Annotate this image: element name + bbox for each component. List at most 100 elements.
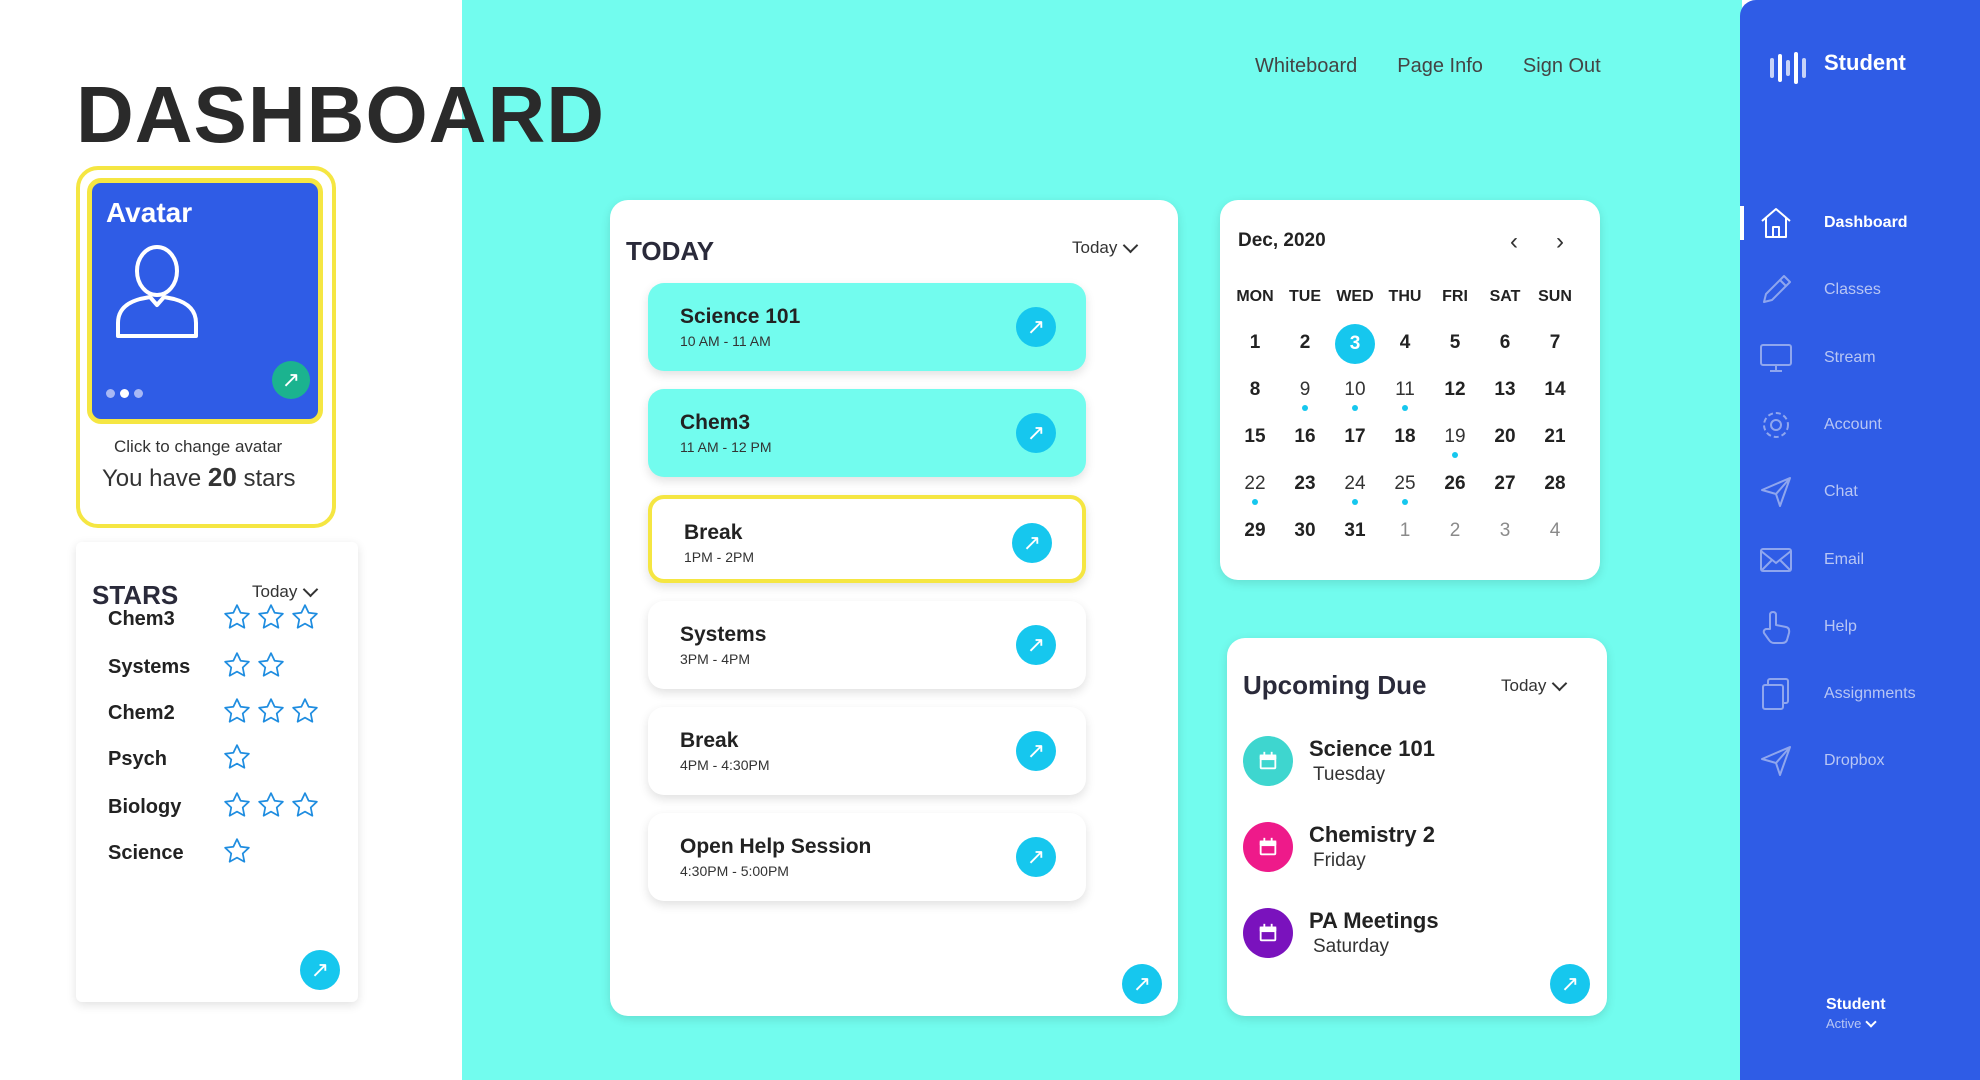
sidebar-item-email[interactable]: Email xyxy=(1740,535,1980,585)
user-status-dropdown[interactable]: Active xyxy=(1826,1015,1878,1031)
calendar-day[interactable]: 27 xyxy=(1480,463,1530,510)
calendar-day[interactable]: 4 xyxy=(1380,322,1430,369)
calendar-day[interactable]: 16 xyxy=(1280,416,1330,463)
calendar-day[interactable]: 7 xyxy=(1530,322,1580,369)
arrow-up-right-icon[interactable]: ↗ xyxy=(1012,523,1052,563)
calendar-day[interactable]: 29 xyxy=(1230,510,1280,557)
audio-bars-logo-icon xyxy=(1770,52,1806,84)
schedule-item[interactable]: Break 1PM - 2PM ↗ xyxy=(648,495,1086,583)
schedule-item-time: 3PM - 4PM xyxy=(680,651,751,667)
calendar-day[interactable]: 21 xyxy=(1530,416,1580,463)
user-name: Student xyxy=(1826,996,1886,1013)
schedule-item[interactable]: Open Help Session 4:30PM - 5:00PM ↗ xyxy=(648,813,1086,901)
upcoming-item[interactable]: PA Meetings Saturday xyxy=(1243,908,1439,958)
calendar-day[interactable]: 14 xyxy=(1530,369,1580,416)
calendar-day[interactable]: 1 xyxy=(1380,510,1430,557)
calendar-day[interactable]: 8 xyxy=(1230,369,1280,416)
hand-pointer-icon xyxy=(1762,610,1791,644)
schedule-item[interactable]: Break 4PM - 4:30PM ↗ xyxy=(648,707,1086,795)
calendar-day[interactable]: 23 xyxy=(1280,463,1330,510)
stars-row-label: Biology xyxy=(108,796,182,818)
sidebar-item-label: Email xyxy=(1824,550,1865,568)
calendar-day[interactable]: 19 xyxy=(1430,416,1480,463)
upcoming-item[interactable]: Science 101 Tuesday xyxy=(1243,736,1435,786)
calendar-day[interactable]: 28 xyxy=(1530,463,1580,510)
event-dot xyxy=(1302,405,1308,411)
calendar-icon xyxy=(1243,822,1293,872)
calendar-day[interactable]: 17 xyxy=(1330,416,1380,463)
send-icon xyxy=(1761,746,1791,777)
avatar-card[interactable]: Avatar ↗ xyxy=(87,178,323,424)
user-icon xyxy=(116,245,198,338)
calendar-day[interactable]: 22 xyxy=(1230,463,1280,510)
stars-card: STARS Today Chem3 Systems Chem2 Psych Biolog… xyxy=(76,542,358,1002)
calendar-day[interactable]: 5 xyxy=(1430,322,1480,369)
chevron-left-icon[interactable]: ‹ xyxy=(1510,228,1518,256)
calendar-day[interactable]: 25 xyxy=(1380,463,1430,510)
avatar-carousel-dots[interactable] xyxy=(106,389,143,398)
page-title: DASHBOARD xyxy=(76,70,605,159)
stars-row: Science xyxy=(108,836,252,871)
arrow-up-right-icon[interactable]: ↗ xyxy=(272,361,310,399)
calendar-day[interactable]: 13 xyxy=(1480,369,1530,416)
calendar-day[interactable]: 30 xyxy=(1280,510,1330,557)
calendar-day[interactable]: 24 xyxy=(1330,463,1380,510)
sidebar-item-dashboard[interactable]: Dashboard xyxy=(1740,198,1980,248)
calendar-day[interactable]: 10 xyxy=(1330,369,1380,416)
calendar-day[interactable]: 31 xyxy=(1330,510,1380,557)
arrow-up-right-icon[interactable]: ↗ xyxy=(1122,964,1162,1004)
star-icon xyxy=(222,650,252,685)
star-icon xyxy=(222,836,252,871)
sidebar-item-classes[interactable]: Classes xyxy=(1740,265,1980,315)
calendar-day[interactable]: 11 xyxy=(1380,369,1430,416)
sidebar-item-help[interactable]: Help xyxy=(1740,602,1980,652)
nav-page-info-link[interactable]: Page Info xyxy=(1397,55,1483,78)
sidebar-item-account[interactable]: Account xyxy=(1740,400,1980,450)
upcoming-filter-dropdown[interactable]: Today xyxy=(1501,675,1568,696)
nav-whiteboard-link[interactable]: Whiteboard xyxy=(1255,55,1357,78)
calendar-day[interactable]: 18 xyxy=(1380,416,1430,463)
schedule-item[interactable]: Systems 3PM - 4PM ↗ xyxy=(648,601,1086,689)
calendar-day[interactable]: 1 xyxy=(1230,322,1280,369)
arrow-up-right-icon[interactable]: ↗ xyxy=(1016,307,1056,347)
arrow-up-right-icon[interactable]: ↗ xyxy=(1016,731,1056,771)
chevron-right-icon[interactable]: › xyxy=(1556,228,1564,256)
sidebar-item-chat[interactable]: Chat xyxy=(1740,467,1980,517)
arrow-up-right-icon[interactable]: ↗ xyxy=(1016,837,1056,877)
upcoming-item-name: Chemistry 2 xyxy=(1309,822,1435,847)
today-filter-dropdown[interactable]: Today xyxy=(1072,237,1139,258)
calendar-day[interactable]: 26 xyxy=(1430,463,1480,510)
arrow-up-right-icon[interactable]: ↗ xyxy=(300,950,340,990)
calendar-day[interactable]: 6 xyxy=(1480,322,1530,369)
calendar-day[interactable]: 9 xyxy=(1280,369,1330,416)
weekday-header: SAT xyxy=(1489,288,1521,305)
schedule-item[interactable]: Science 101 10 AM - 11 AM ↗ xyxy=(648,283,1086,371)
arrow-up-right-icon[interactable]: ↗ xyxy=(1016,413,1056,453)
brand-name: Student xyxy=(1824,50,1906,75)
upcoming-item[interactable]: Chemistry 2 Friday xyxy=(1243,822,1435,872)
monitor-icon xyxy=(1760,343,1792,372)
calendar-day[interactable]: 2 xyxy=(1430,510,1480,557)
arrow-up-right-icon[interactable]: ↗ xyxy=(1016,625,1056,665)
arrow-up-right-icon[interactable]: ↗ xyxy=(1550,964,1590,1004)
calendar-day-selected[interactable]: 3 xyxy=(1330,322,1380,369)
sidebar-item-dropbox[interactable]: Dropbox xyxy=(1740,736,1980,786)
calendar-day[interactable]: 15 xyxy=(1230,416,1280,463)
calendar-day[interactable]: 4 xyxy=(1530,510,1580,557)
calendar-day[interactable]: 2 xyxy=(1280,322,1330,369)
upcoming-item-name: PA Meetings xyxy=(1309,908,1439,933)
calendar-day[interactable]: 12 xyxy=(1430,369,1480,416)
chevron-down-icon xyxy=(1865,1015,1878,1028)
star-icon xyxy=(222,742,252,777)
sidebar-item-label: Dropbox xyxy=(1824,752,1885,770)
pencil-icon xyxy=(1763,275,1791,304)
sidebar-item-stream[interactable]: Stream xyxy=(1740,333,1980,383)
schedule-item[interactable]: Chem3 11 AM - 12 PM ↗ xyxy=(648,389,1086,477)
calendar-day[interactable]: 20 xyxy=(1480,416,1530,463)
calendar-day[interactable]: 3 xyxy=(1480,510,1530,557)
schedule-item-time: 10 AM - 11 AM xyxy=(680,333,771,349)
sidebar-item-assignments[interactable]: Assignments xyxy=(1740,669,1980,719)
star-icon xyxy=(222,602,252,637)
stars-filter-dropdown[interactable]: Today xyxy=(252,581,319,602)
nav-sign-out-link[interactable]: Sign Out xyxy=(1523,55,1601,78)
